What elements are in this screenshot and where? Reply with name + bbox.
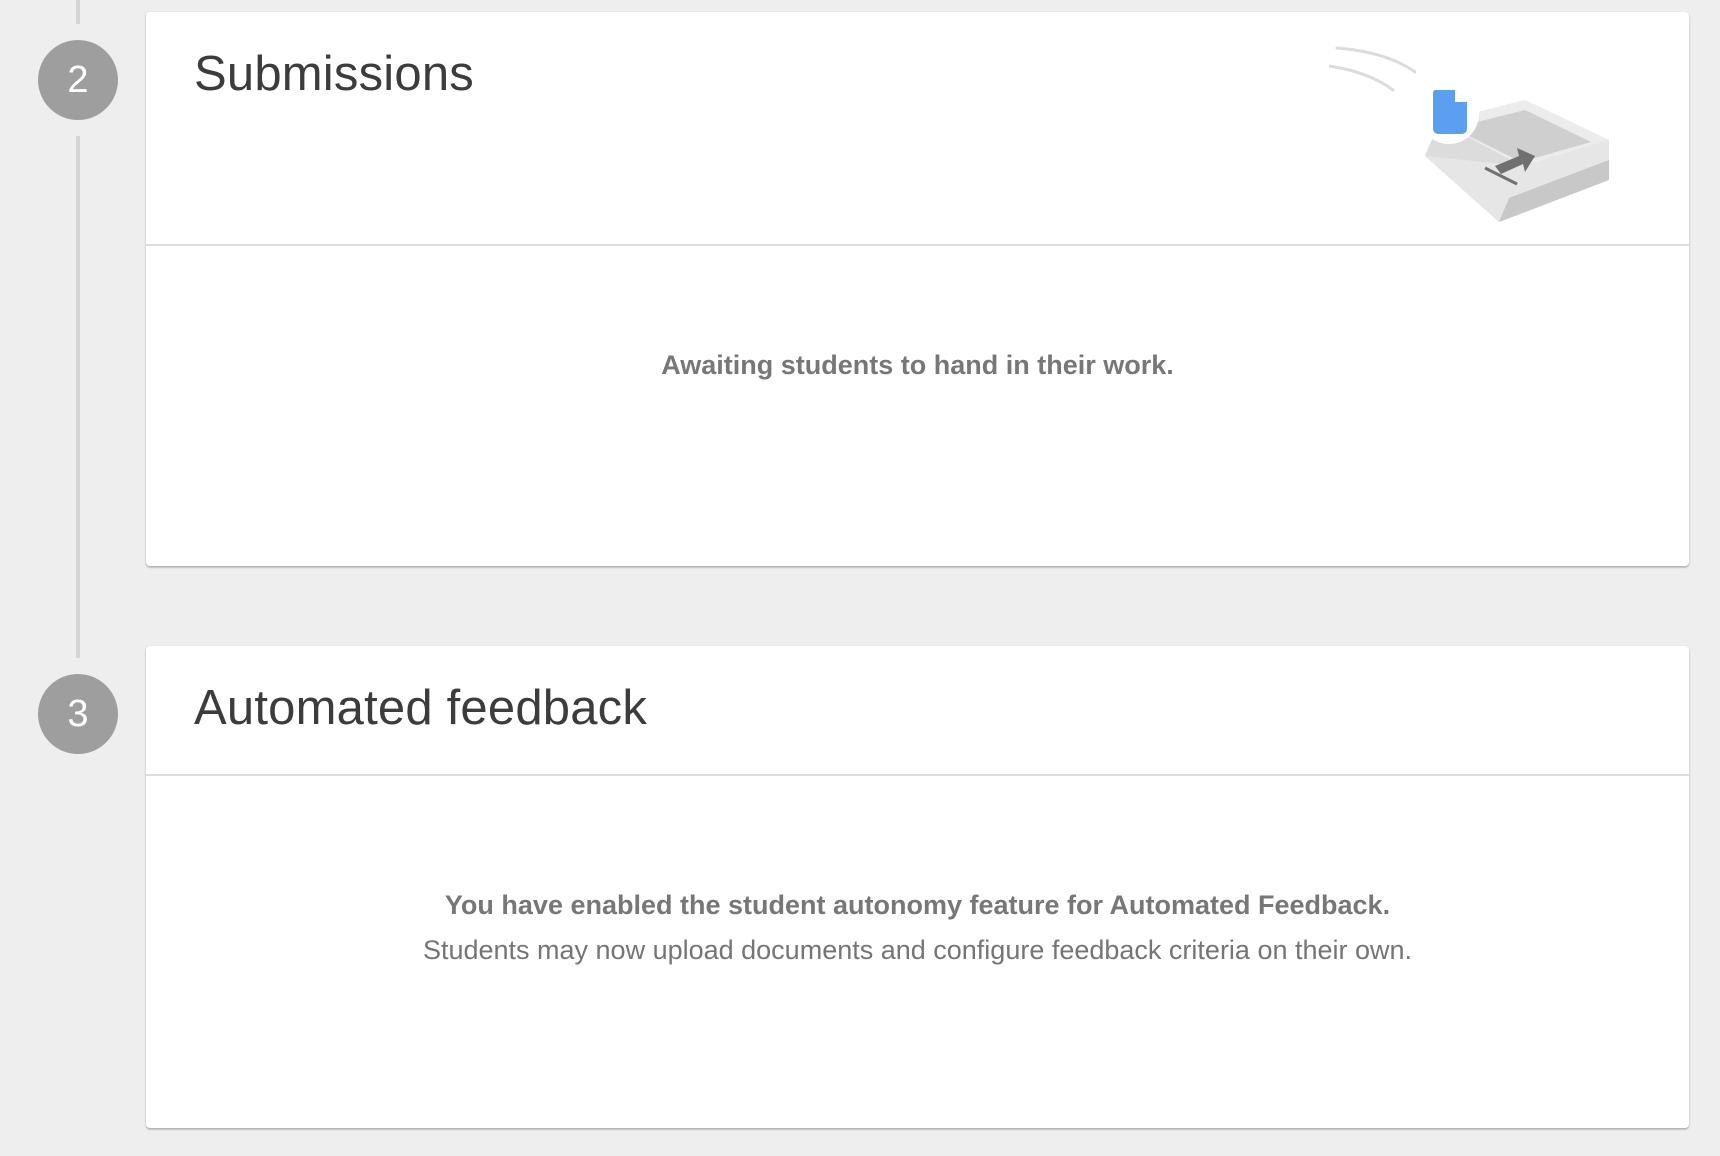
submissions-card-header: Submissions [146, 12, 1689, 246]
timeline-connector-top [76, 0, 80, 24]
automated-feedback-card-header: Automated feedback [146, 646, 1689, 776]
submissions-title: Submissions [194, 47, 474, 101]
submission-tray-icon [1329, 46, 1609, 222]
submissions-card: Submissions Awaiting students to hand in… [146, 12, 1689, 566]
autonomy-enabled-message: You have enabled the student autonomy fe… [444, 890, 1391, 920]
submissions-card-body: Awaiting students to hand in their work. [146, 246, 1689, 566]
timeline-connector-middle [76, 136, 80, 658]
automated-feedback-title: Automated feedback [194, 681, 648, 735]
automated-feedback-card: Automated feedback You have enabled the … [146, 646, 1689, 1128]
automated-feedback-card-body: You have enabled the student autonomy fe… [146, 776, 1689, 1128]
submissions-status-message: Awaiting students to hand in their work. [661, 350, 1174, 380]
step-3-indicator: 3 [38, 674, 118, 754]
step-2-indicator: 2 [38, 40, 118, 120]
autonomy-detail-message: Students may now upload documents and co… [422, 935, 1413, 965]
